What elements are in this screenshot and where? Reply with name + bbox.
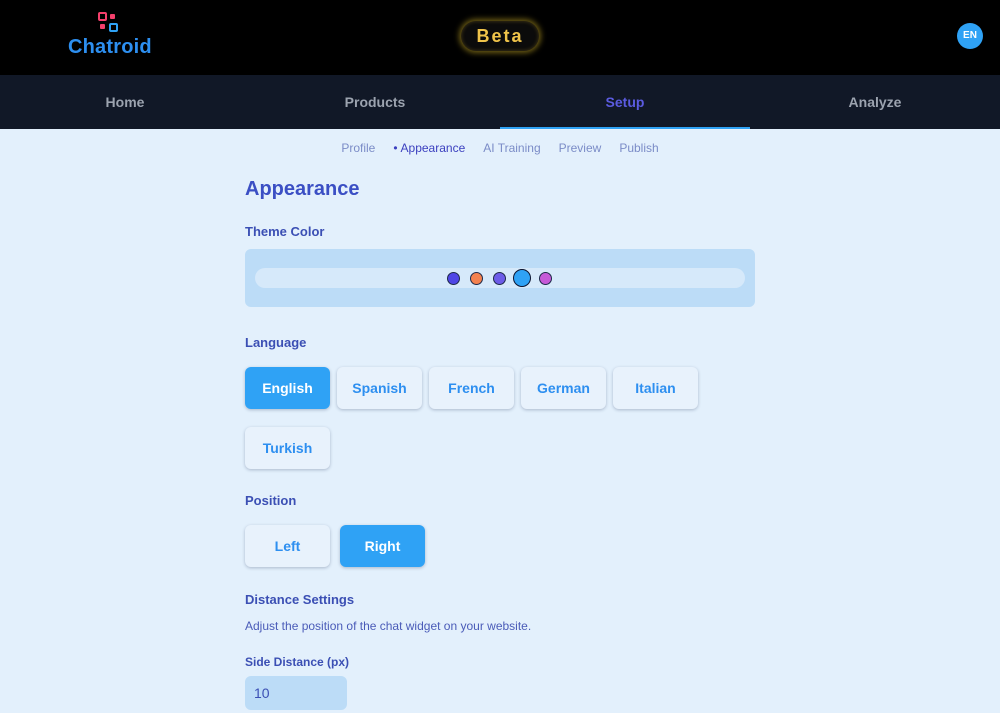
language-option[interactable]: Italian — [613, 367, 698, 409]
theme-color-picker — [245, 249, 755, 307]
tab-home[interactable]: Home — [0, 75, 250, 129]
main-nav: Home Products Setup Analyze — [0, 75, 1000, 129]
subnav-item-ai-training[interactable]: AI Training — [474, 140, 549, 156]
subnav-item-preview[interactable]: Preview — [550, 140, 611, 156]
logo-text: Chatroid — [68, 36, 152, 58]
swatch-sky-blue[interactable] — [513, 269, 531, 287]
beta-badge: Beta — [461, 21, 539, 51]
side-distance-label: Side Distance (px) — [245, 655, 350, 669]
distance-description: Adjust the position of the chat widget o… — [245, 619, 532, 633]
swatch-violet[interactable] — [493, 272, 506, 285]
logo-icon — [98, 12, 122, 36]
position-option[interactable]: Left — [245, 525, 330, 567]
tab-products[interactable]: Products — [250, 75, 500, 129]
swatch-magenta[interactable] — [539, 272, 552, 285]
language-option[interactable]: English — [245, 367, 330, 409]
position-label: Position — [245, 493, 297, 508]
subnav-item-profile[interactable]: Profile — [332, 140, 384, 156]
position-option[interactable]: Right — [340, 525, 425, 567]
distance-settings-heading: Distance Settings — [245, 592, 355, 607]
subnav-item-label: Appearance — [400, 141, 466, 155]
tab-setup[interactable]: Setup — [500, 75, 750, 129]
side-distance-input[interactable] — [245, 676, 347, 710]
top-bar: Chatroid Beta EN — [0, 0, 1000, 75]
language-switcher[interactable]: EN — [957, 23, 983, 49]
active-dot-icon: • — [393, 141, 398, 155]
language-label: Language — [245, 335, 307, 350]
swatch-orange[interactable] — [470, 272, 483, 285]
tab-analyze[interactable]: Analyze — [750, 75, 1000, 129]
language-option[interactable]: French — [429, 367, 514, 409]
subnav-item-appearance[interactable]: • Appearance — [384, 140, 474, 156]
language-option[interactable]: German — [521, 367, 606, 409]
logo[interactable]: Chatroid — [68, 12, 158, 60]
language-option[interactable]: Spanish — [337, 367, 422, 409]
page-title: Appearance — [245, 178, 360, 200]
theme-color-label: Theme Color — [245, 224, 325, 239]
language-option[interactable]: Turkish — [245, 427, 330, 469]
subnav-item-publish[interactable]: Publish — [610, 140, 667, 156]
setup-subnav: Profile • Appearance AI Training Preview … — [0, 140, 1000, 156]
swatch-indigo[interactable] — [447, 272, 460, 285]
